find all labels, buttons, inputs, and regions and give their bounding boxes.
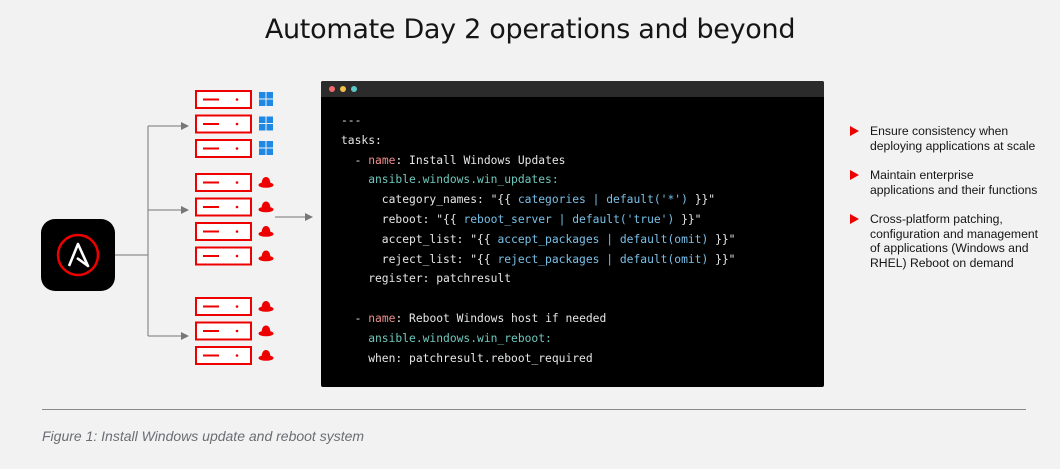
server-icon: [195, 321, 252, 341]
code-line: reject_list: "{{ reject_packages | defau…: [341, 250, 824, 270]
code-token: reject_list: "{{: [341, 252, 498, 266]
code-token: }}": [687, 193, 716, 207]
minimize-dot-icon: [340, 86, 346, 92]
code-line: ansible.windows.win_reboot:: [341, 329, 824, 349]
code-token: }}": [708, 252, 736, 266]
code-token: accept_packages | default(omit): [497, 232, 709, 246]
code-token: -: [341, 311, 369, 325]
code-line: register: patchresult: [341, 269, 824, 289]
server-diagram: [41, 90, 313, 365]
red-hat-icon: [258, 301, 274, 312]
code-line: - name: Reboot Windows host if needed: [341, 309, 824, 329]
code-token: categories | default('*'): [517, 193, 688, 207]
playbook-code: --- tasks: - name: Install Windows Update…: [321, 97, 824, 368]
code-window: --- tasks: - name: Install Windows Update…: [321, 81, 824, 387]
server-icon: [195, 139, 252, 158]
close-dot-icon: [329, 86, 335, 92]
bullet-triangle-icon: [850, 126, 859, 136]
code-token: ansible.windows.win_updates:: [341, 173, 559, 187]
bullet-triangle-icon: [850, 170, 859, 180]
code-line: ansible.windows.win_updates:: [341, 170, 824, 190]
code-token: when: patchresult.reboot_required: [341, 351, 593, 365]
red-hat-icon: [258, 325, 274, 337]
code-token: : Reboot Windows host if needed: [395, 311, 607, 325]
bullet-triangle-icon: [850, 214, 859, 224]
code-line: accept_list: "{{ accept_packages | defau…: [341, 230, 824, 250]
code-token: }}": [708, 232, 736, 246]
windows-icon: [259, 92, 273, 106]
code-line: ---: [341, 111, 824, 131]
server-icon: [195, 173, 252, 192]
benefit-text: Ensure consistency when deploying applic…: [870, 124, 1036, 153]
benefit-text: Cross-platform patching, configuration a…: [870, 212, 1039, 270]
code-token: category_names: "{{: [341, 193, 518, 207]
code-token: accept_list: "{{: [341, 232, 498, 246]
red-hat-icon: [258, 250, 274, 262]
code-token: reject_packages | default(omit): [497, 252, 709, 266]
server-icon: [195, 114, 252, 134]
code-token: reboot: "{{: [341, 212, 464, 226]
code-token: }}": [674, 212, 702, 226]
benefits-list: Ensure consistency when deploying applic…: [850, 124, 1040, 285]
maximize-dot-icon: [351, 86, 357, 92]
benefit-item: Ensure consistency when deploying applic…: [850, 124, 1040, 153]
red-hat-icon: [258, 350, 274, 361]
server-icon: [195, 197, 252, 217]
code-line: category_names: "{{ categories | default…: [341, 190, 824, 210]
window-titlebar: [321, 81, 824, 97]
code-line: when: patchresult.reboot_required: [341, 349, 824, 369]
benefit-item: Maintain enterprise applications and the…: [850, 168, 1040, 197]
server-icon: [195, 246, 252, 266]
server-icon: [195, 297, 252, 316]
code-token: register: patchresult: [341, 272, 512, 286]
ansible-logo-icon: [41, 219, 115, 291]
code-token: tasks:: [341, 133, 382, 147]
red-hat-icon: [258, 177, 274, 188]
code-line: tasks:: [341, 131, 824, 151]
windows-icon: [259, 116, 273, 131]
code-line: - name: Install Windows Updates: [341, 151, 824, 171]
windows-icon: [259, 141, 273, 155]
red-hat-icon: [258, 201, 274, 213]
figure-caption: Figure 1: Install Windows update and reb…: [42, 428, 365, 444]
code-token: ansible.windows.win_reboot:: [341, 331, 552, 345]
code-token: : Install Windows Updates: [395, 153, 566, 167]
server-icon: [195, 90, 252, 109]
benefit-item: Cross-platform patching, configuration a…: [850, 212, 1040, 270]
code-token: reboot_server | default('true'): [463, 212, 675, 226]
server-icon: [195, 346, 252, 365]
benefit-text: Maintain enterprise applications and the…: [870, 168, 1038, 197]
code-token: name: [368, 311, 396, 325]
code-token: ---: [341, 114, 362, 127]
divider: [42, 409, 1026, 410]
code-token: name: [368, 153, 396, 167]
code-line: reboot: "{{ reboot_server | default('tru…: [341, 210, 824, 230]
red-hat-icon: [258, 226, 274, 237]
code-token: -: [341, 153, 369, 167]
server-icon: [195, 222, 252, 241]
